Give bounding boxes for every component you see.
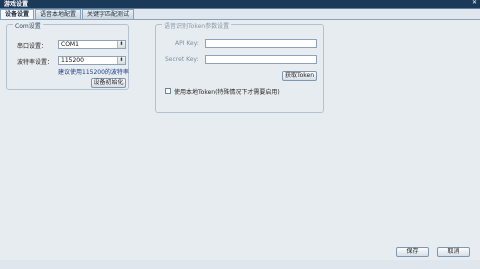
- tab-panel-device-settings: Com设置 串口设置： COM1 ⬍ 波特率设置： 115200 ⬍ 建议使用1…: [0, 19, 480, 260]
- tab-voice-local-config[interactable]: 语音本地配置: [35, 9, 82, 19]
- secret-key-input[interactable]: [205, 55, 317, 64]
- close-icon[interactable]: ✕: [472, 0, 477, 6]
- tab-strip: 设备设置 语音本地配置 关键字匹配测试: [0, 9, 135, 19]
- get-token-button[interactable]: 获取Token: [282, 71, 317, 81]
- local-token-label: 使用本地Token(特殊情况下才需要启用): [174, 89, 280, 96]
- api-key-label: API Key:: [175, 40, 199, 47]
- baud-select[interactable]: 115200 ⬍: [58, 56, 126, 65]
- cancel-button[interactable]: 取消: [437, 247, 470, 257]
- tab-keyword-match-test[interactable]: 关键字匹配测试: [82, 9, 135, 19]
- baud-hint: 建议使用115200的波特率: [58, 69, 129, 76]
- settings-window: 设备设置 语音本地配置 关键字匹配测试 Com设置 串口设置： COM1 ⬍ 波…: [0, 8, 480, 269]
- title-bar: 游戏设置 ✕: [0, 0, 480, 8]
- api-key-input[interactable]: [205, 39, 317, 48]
- chevron-updown-icon[interactable]: ⬍: [117, 57, 125, 64]
- secret-key-label: Secret Key:: [165, 56, 199, 63]
- local-token-checkbox[interactable]: [165, 88, 171, 94]
- com-settings-legend: Com设置: [13, 21, 43, 30]
- tab-device-settings[interactable]: 设备设置: [0, 9, 35, 19]
- window-title: 游戏设置: [4, 1, 29, 8]
- baud-label: 波特率设置：: [17, 59, 54, 66]
- port-value: COM1: [61, 41, 79, 48]
- chevron-updown-icon[interactable]: ⬍: [117, 41, 125, 48]
- save-button[interactable]: 保存: [396, 247, 429, 257]
- token-settings-legend: 语音识别Token参数设置: [162, 21, 232, 30]
- device-init-button[interactable]: 设备初始化: [91, 78, 126, 88]
- token-settings-group: 语音识别Token参数设置 API Key: Secret Key: 获取Tok…: [155, 21, 324, 113]
- baud-value: 115200: [61, 57, 84, 64]
- port-select[interactable]: COM1 ⬍: [58, 40, 126, 49]
- port-label: 串口设置：: [17, 43, 48, 50]
- com-settings-group: Com设置 串口设置： COM1 ⬍ 波特率设置： 115200 ⬍ 建议使用1…: [6, 21, 129, 90]
